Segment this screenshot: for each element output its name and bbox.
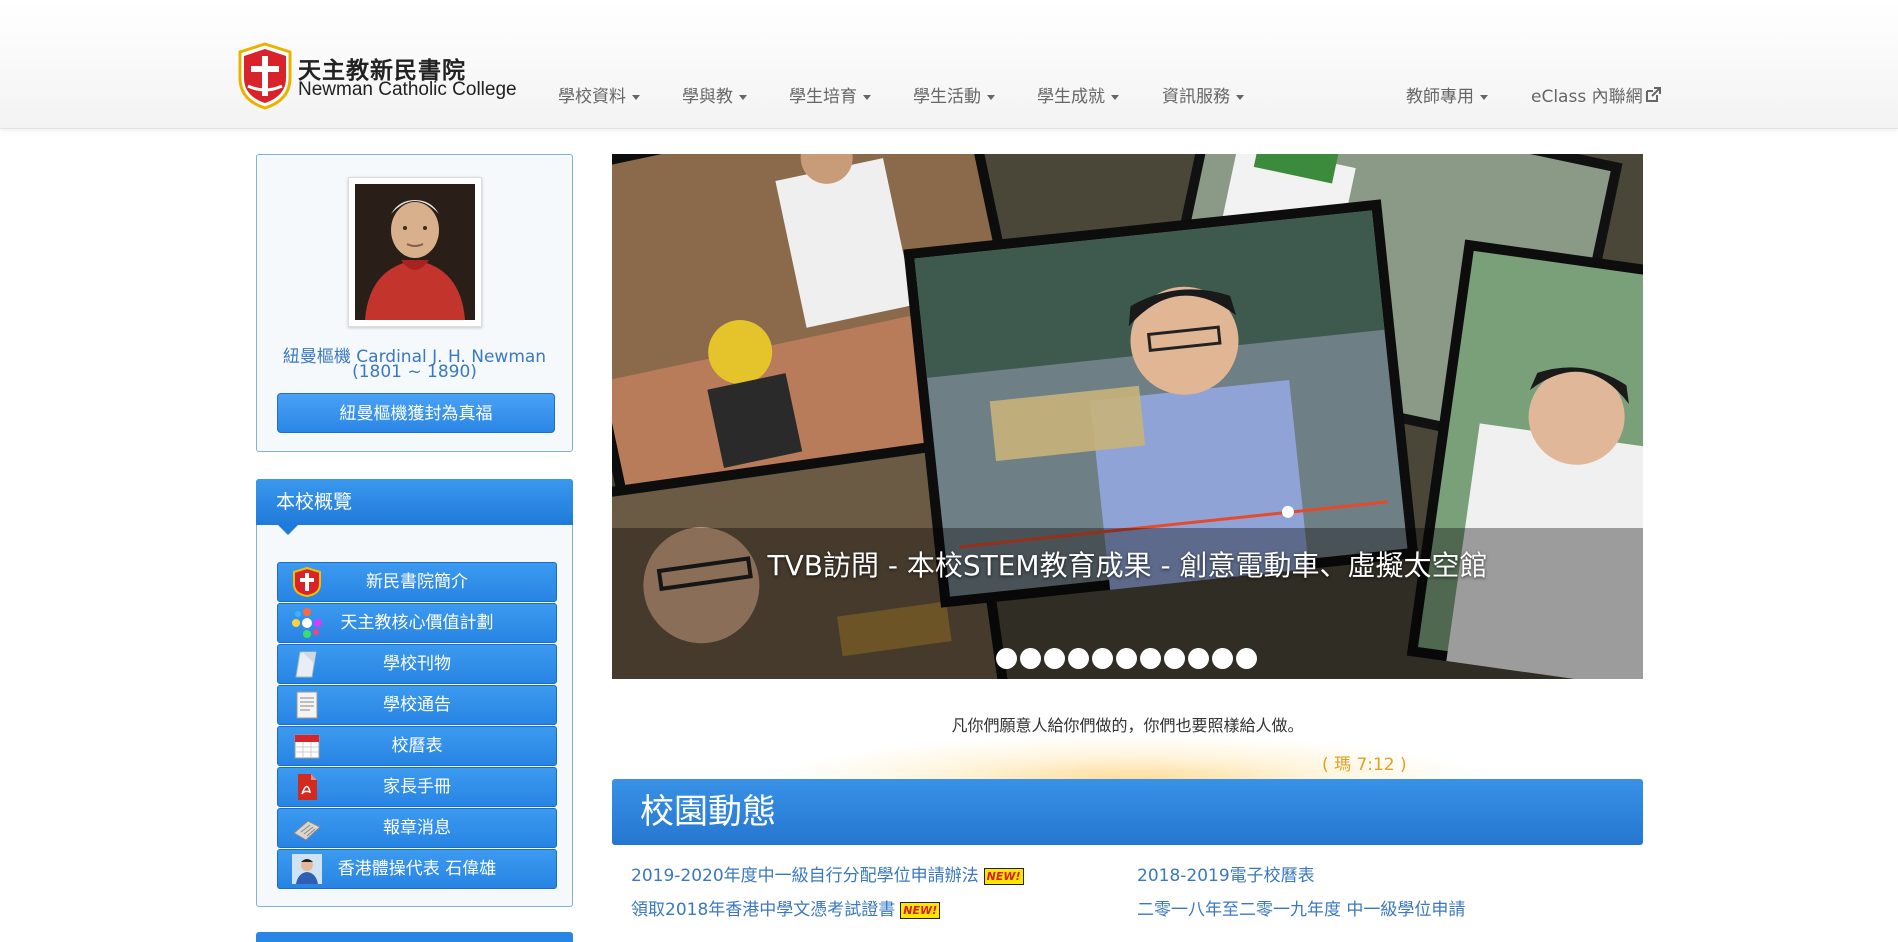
- portrait-image: [355, 184, 475, 320]
- nav-label: 學生活動: [913, 87, 981, 107]
- menu-item-gymnast[interactable]: 香港體操代表 石偉雄: [277, 849, 557, 889]
- overview-menu: 新民書院簡介 天主教核心價值計劃 學校刊物 學校通告 校曆表 家長手冊 報章消息: [277, 562, 557, 890]
- caret-down-icon: [1480, 94, 1488, 100]
- slide-pager: [996, 648, 1257, 670]
- menu-item-label: 報章消息: [383, 818, 451, 838]
- slide-dot[interactable]: [996, 648, 1017, 669]
- hero-slideshow[interactable]: TVB訪問 - 本校STEM教育成果 - 創意電動車、虛擬太空館: [612, 154, 1643, 679]
- caret-down-icon: [1236, 94, 1244, 100]
- news-link[interactable]: 領取2018年香港中學文憑考試證書 NEW!: [631, 895, 941, 920]
- nav-label: 資訊服務: [1162, 87, 1230, 107]
- pdf-icon: [298, 774, 317, 800]
- menu-item-press-news[interactable]: 報章消息: [277, 808, 557, 848]
- slide-dot[interactable]: [1188, 648, 1209, 669]
- nav-learning-teaching[interactable]: 學與教: [682, 82, 747, 107]
- calendar-icon: [294, 734, 320, 759]
- nav-label: 學校資料: [558, 87, 626, 107]
- nav-student-development[interactable]: 學生培育: [789, 82, 871, 107]
- menu-item-label: 香港體操代表 石偉雄: [337, 859, 497, 879]
- menu-item-label: 學校通告: [383, 695, 451, 715]
- menu-item-label: 學校刊物: [383, 654, 451, 674]
- school-name-en: Newman Catholic College: [298, 79, 517, 100]
- nav-school-info[interactable]: 學校資料: [558, 82, 640, 107]
- caret-down-icon: [739, 94, 747, 100]
- school-overview-panel: 本校概覽 新民書院簡介 天主教核心價值計劃 學校刊物 學校通告 校曆表 家長手冊: [256, 479, 573, 907]
- news-link[interactable]: 二零一八年至二零一九年度 中一級學位申請: [1137, 895, 1465, 920]
- slide-dot[interactable]: [1044, 648, 1065, 669]
- next-panel-header: [256, 932, 573, 942]
- caret-down-icon: [987, 94, 995, 100]
- cardinal-newman-portrait[interactable]: [348, 177, 482, 327]
- nav-eclass-intranet[interactable]: eClass 內聯網: [1531, 82, 1661, 107]
- slide-caption[interactable]: TVB訪問 - 本校STEM教育成果 - 創意電動車、虛擬太空館: [612, 544, 1643, 584]
- nav-student-achievements[interactable]: 學生成就: [1037, 82, 1119, 107]
- news-link[interactable]: 2019-2020年度中一級自行分配學位申請辦法 NEW!: [631, 861, 1024, 886]
- nav-student-activities[interactable]: 學生活動: [913, 82, 995, 107]
- slide-dot[interactable]: [1140, 648, 1161, 669]
- new-badge-icon: NEW!: [900, 902, 941, 919]
- nav-label: 學與教: [682, 87, 733, 107]
- nav-teachers-only[interactable]: 教師專用: [1406, 82, 1488, 107]
- slide-dot[interactable]: [1092, 648, 1113, 669]
- caret-down-icon: [863, 94, 871, 100]
- slide-dot[interactable]: [1020, 648, 1041, 669]
- slide-dot[interactable]: [1236, 648, 1257, 669]
- newspaper-icon: [293, 820, 321, 841]
- panel-notch: [278, 525, 298, 535]
- news-link-title: 二零一八年至二零一九年度 中一級學位申請: [1137, 900, 1466, 920]
- menu-item-parent-handbook[interactable]: 家長手冊: [277, 767, 557, 807]
- news-link[interactable]: 2018-2019電子校曆表: [1137, 861, 1315, 886]
- nav-info-services[interactable]: 資訊服務: [1162, 82, 1244, 107]
- news-link-title: 領取2018年香港中學文憑考試證書: [631, 900, 896, 920]
- menu-item-notices[interactable]: 學校通告: [277, 685, 557, 725]
- nav-label: eClass 內聯網: [1531, 87, 1643, 107]
- nav-label: 學生成就: [1037, 87, 1105, 107]
- portrait-caption-years: (1801 ~ 1890): [352, 362, 477, 382]
- caret-down-icon: [632, 94, 640, 100]
- menu-item-publications[interactable]: 學校刊物: [277, 644, 557, 684]
- news-link-title: 2019-2020年度中一級自行分配學位申請辦法: [631, 866, 979, 886]
- menu-item-label: 天主教核心價值計劃: [340, 613, 494, 633]
- panel-title: 本校概覽: [276, 491, 353, 513]
- nav-label: 教師專用: [1406, 87, 1474, 107]
- menu-item-label: 校曆表: [391, 736, 443, 756]
- notice-icon: [296, 691, 318, 719]
- menu-item-label: 家長手冊: [383, 777, 451, 797]
- slide-dot[interactable]: [1116, 648, 1137, 669]
- athlete-photo-icon: [292, 854, 322, 884]
- bible-quote: 凡你們願意人給你們做的，你們也要照樣給人做。: [951, 716, 1304, 735]
- slide-dot[interactable]: [1068, 648, 1089, 669]
- beatification-button[interactable]: 紐曼樞機獲封為真福: [277, 393, 555, 433]
- panel-header: 本校概覽: [256, 479, 573, 535]
- caret-down-icon: [1111, 94, 1119, 100]
- menu-item-calendar[interactable]: 校曆表: [277, 726, 557, 766]
- school-logo[interactable]: 天主教新民書院 Newman Catholic College: [236, 42, 526, 112]
- new-badge-icon: NEW!: [983, 868, 1024, 885]
- nav-label: 學生培育: [789, 87, 857, 107]
- school-crest-icon: [238, 42, 292, 110]
- top-navbar: 天主教新民書院 Newman Catholic College 學校資料 學與教…: [0, 0, 1898, 129]
- slide-dot[interactable]: [1164, 648, 1185, 669]
- bible-quote-reference: ( 瑪 7:12 ): [1322, 755, 1407, 775]
- menu-item-core-values[interactable]: 天主教核心價值計劃: [277, 603, 557, 643]
- news-link-title: 2018-2019電子校曆表: [1137, 866, 1315, 886]
- menu-item-school-intro[interactable]: 新民書院簡介: [277, 562, 557, 602]
- slide-dot[interactable]: [1212, 648, 1233, 669]
- menu-item-label: 新民書院簡介: [366, 572, 468, 592]
- publication-icon: [295, 651, 317, 678]
- campus-news-header: 校園動態: [612, 779, 1643, 845]
- cardinal-newman-card: 紐曼樞機 Cardinal J. H. Newman (1801 ~ 1890)…: [256, 154, 573, 452]
- school-crest-icon: [293, 567, 321, 597]
- core-values-icon: [292, 608, 322, 638]
- external-link-icon: [1645, 87, 1661, 102]
